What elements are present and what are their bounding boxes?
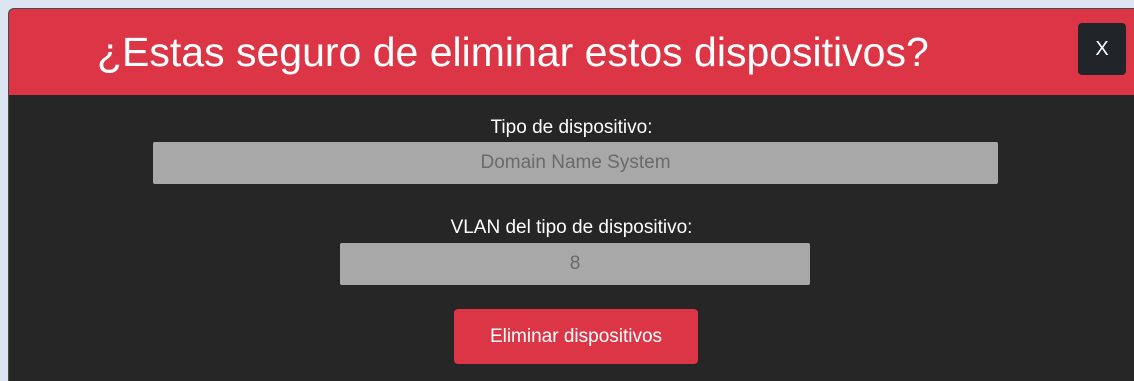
device-type-input[interactable] — [153, 142, 998, 184]
delete-devices-modal: ¿Estas seguro de eliminar estos disposit… — [8, 8, 1134, 381]
device-type-label: Tipo de dispositivo: — [490, 117, 653, 138]
vlan-label: VLAN del tipo de dispositivo: — [450, 217, 693, 238]
delete-devices-button[interactable]: Eliminar dispositivos — [454, 309, 698, 364]
modal-header: ¿Estas seguro de eliminar estos disposit… — [9, 9, 1134, 95]
vlan-input[interactable] — [340, 243, 810, 285]
page-backdrop: ¿Estas seguro de eliminar estos disposit… — [0, 0, 1134, 381]
close-button[interactable]: X — [1078, 23, 1126, 75]
modal-title: ¿Estas seguro de eliminar estos disposit… — [97, 29, 929, 75]
